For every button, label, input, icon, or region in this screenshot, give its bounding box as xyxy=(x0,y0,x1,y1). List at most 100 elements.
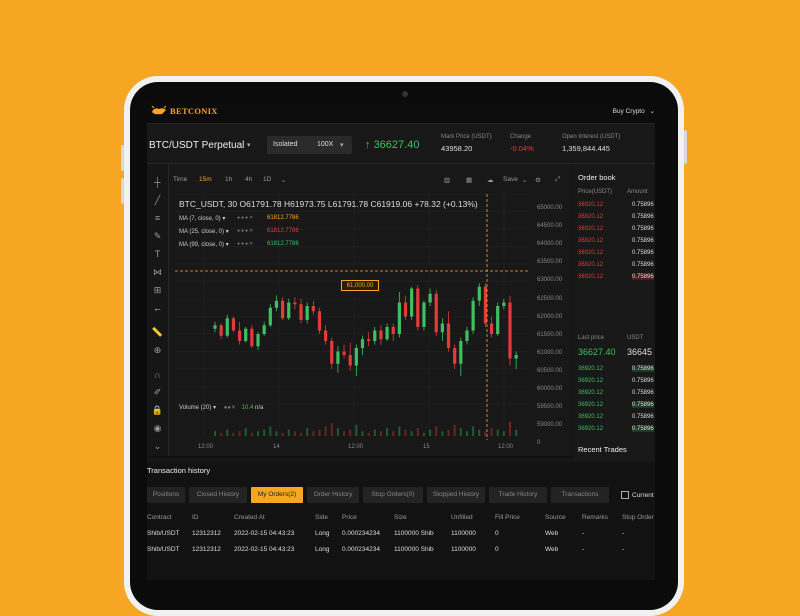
volume-bar xyxy=(275,431,278,436)
caret-down-icon[interactable]: ▾ xyxy=(213,405,216,411)
ask-row[interactable]: 36920.12 0.75896 xyxy=(578,214,655,225)
table-row[interactable]: Shib/USDT 12312312 2022-02-15 04:43:23 L… xyxy=(147,530,655,542)
volume-bar xyxy=(379,431,382,436)
candle-body xyxy=(403,302,408,317)
cell-side: Long xyxy=(315,546,330,553)
caret-down-icon[interactable]: ▾ xyxy=(226,229,229,235)
tab-stopped-history[interactable]: Stopped History xyxy=(427,487,485,503)
pair-selector[interactable]: BTC/USDT Perpetual xyxy=(149,140,244,151)
tab-transactions[interactable]: Transactions xyxy=(551,487,609,503)
buy-crypto-menu[interactable]: Buy Crypto ⌄ xyxy=(613,107,655,115)
volume-bar xyxy=(250,432,253,436)
bid-row[interactable]: 36920.12 0.75896 xyxy=(578,426,655,437)
ask-row[interactable]: 36920.12 0.75896 xyxy=(578,250,655,261)
col-id: ID xyxy=(192,514,199,521)
symbol-label: BTC_USDT, 30 xyxy=(179,199,238,209)
volume-bar xyxy=(435,426,438,436)
table-row[interactable]: Shib/USDT 12312312 2022-02-15 04:43:23 L… xyxy=(147,546,655,558)
ask-row[interactable]: 36920.12 0.75896 xyxy=(578,202,655,213)
bid-price: 36920.12 xyxy=(578,378,604,384)
transaction-history-title: Transaction history xyxy=(147,466,211,475)
volume-bar xyxy=(226,429,229,436)
cell-unfilled: 1100000 xyxy=(451,530,476,537)
tab-trade-history[interactable]: Trade History xyxy=(489,487,547,503)
y-tick-label: 61000.00 xyxy=(537,349,563,356)
measure-icon[interactable]: ⊞ xyxy=(151,284,164,297)
fib-icon[interactable]: ≡ xyxy=(151,212,164,225)
volume-bar xyxy=(238,431,241,436)
price-chart[interactable]: Time 15m 1h 4h 1D ⌄ ▥ ▦ ☁ Save ⌄ ⚙ ⤢ BTC… xyxy=(169,164,571,456)
bid-row[interactable]: 36920.12 0.75896 xyxy=(578,366,655,377)
tab-my-orders[interactable]: My Orders(2) xyxy=(251,487,303,503)
y-tick-label: 60000.00 xyxy=(537,386,563,392)
ma-7-row[interactable]: MA (7, close, 0) ▾ xyxy=(179,215,225,222)
ma-99-row[interactable]: MA (99, close, 0) ▾ xyxy=(179,241,229,248)
ma-99-controls-icon[interactable]: ●●●✕ xyxy=(237,241,254,247)
volume-bar xyxy=(281,432,284,436)
volume-controls-icon[interactable]: ●●✕ xyxy=(224,405,236,411)
lock-icon[interactable]: 🔒 xyxy=(151,404,164,417)
trendline-icon[interactable]: ╱ xyxy=(151,194,164,207)
candle-body xyxy=(268,307,272,326)
ask-row[interactable]: 36920.12 0.75896 xyxy=(578,262,655,273)
ma-25-row[interactable]: MA (25, close, 0) ▾ xyxy=(179,228,229,235)
arrow-left-icon[interactable]: ← xyxy=(151,302,164,315)
chevron-down-icon[interactable]: ⌄ xyxy=(151,440,164,453)
volume-legend[interactable]: Volume (20) ▾ ●●✕ 10.4 n/a xyxy=(179,404,263,411)
cell-side: Long xyxy=(315,530,330,537)
candle-body xyxy=(416,288,420,327)
divider xyxy=(147,456,573,458)
tab-stop-orders[interactable]: Stop Orders(0) xyxy=(363,487,423,503)
margin-mode-selector[interactable]: Isolated 100X ▾ xyxy=(267,136,352,154)
tab-order-history[interactable]: Order History xyxy=(307,487,359,503)
eye-icon[interactable]: ◉ xyxy=(151,422,164,435)
candle-body xyxy=(299,304,303,320)
caret-down-icon: ▾ xyxy=(340,142,344,149)
caret-down-icon[interactable]: ▾ xyxy=(222,216,225,222)
candle-body xyxy=(367,339,371,341)
bid-row[interactable]: 36920.12 0.75896 xyxy=(578,414,655,425)
brush-icon[interactable]: ✎ xyxy=(151,230,164,243)
volume-bar xyxy=(293,431,296,436)
text-icon[interactable]: T xyxy=(151,248,164,261)
candle-body xyxy=(508,302,512,359)
high-value: H61973.75 xyxy=(283,199,326,209)
col-unfilled: Unfilled xyxy=(451,514,473,521)
bid-row[interactable]: 36920.12 0.75896 xyxy=(578,402,655,413)
ask-row[interactable]: 36920.12 0.75896 xyxy=(578,226,655,237)
ask-price: 36920.12 xyxy=(578,250,604,256)
current-checkbox[interactable] xyxy=(621,491,629,499)
lock-draw-icon[interactable]: ✐ xyxy=(151,386,164,399)
candle-body xyxy=(471,300,475,331)
bid-amount: 0.75896 xyxy=(632,378,654,384)
pattern-icon[interactable]: ⋈ xyxy=(151,266,164,279)
magnet-icon[interactable]: ∩ xyxy=(151,369,164,382)
ma-7-controls-icon[interactable]: ●●●✕ xyxy=(237,215,254,221)
low-value: L61791.78 xyxy=(327,199,369,209)
cell-id: 12312312 xyxy=(192,530,221,537)
ma-25-controls-icon[interactable]: ●●●✕ xyxy=(237,228,254,234)
volume-bar xyxy=(324,426,327,436)
candle-body xyxy=(244,328,248,341)
chevron-down-icon: ⌄ xyxy=(649,108,655,115)
brand-logo[interactable]: BETCONIX xyxy=(151,105,218,117)
ask-row[interactable]: 36920.12 0.75896 xyxy=(578,274,655,285)
volume-bar xyxy=(453,424,456,436)
tab-positions[interactable]: Positions xyxy=(147,487,185,503)
cell-created-at: 2022-02-15 04:43:23 xyxy=(234,546,295,553)
ruler-icon[interactable]: 📏 xyxy=(151,326,164,339)
caret-down-icon[interactable]: ▾ xyxy=(247,141,251,149)
tab-closed-history[interactable]: Closed History xyxy=(189,487,247,503)
bid-row[interactable]: 36920.12 0.75896 xyxy=(578,390,655,401)
caret-down-icon[interactable]: ▾ xyxy=(226,242,229,248)
zoom-in-icon[interactable]: ⊕ xyxy=(151,344,164,357)
volume-bar xyxy=(404,429,407,436)
volume-bar xyxy=(257,431,260,436)
ask-row[interactable]: 36920.12 0.75896 xyxy=(578,238,655,249)
y-tick-label: 62000.00 xyxy=(537,313,563,320)
change-label: Change xyxy=(510,134,532,140)
crosshair-icon[interactable]: ┼ xyxy=(151,176,164,189)
bid-row[interactable]: 36920.12 0.75896 xyxy=(578,378,655,389)
ask-amount: 0.75896 xyxy=(632,214,654,220)
col-source: Source xyxy=(545,514,566,521)
